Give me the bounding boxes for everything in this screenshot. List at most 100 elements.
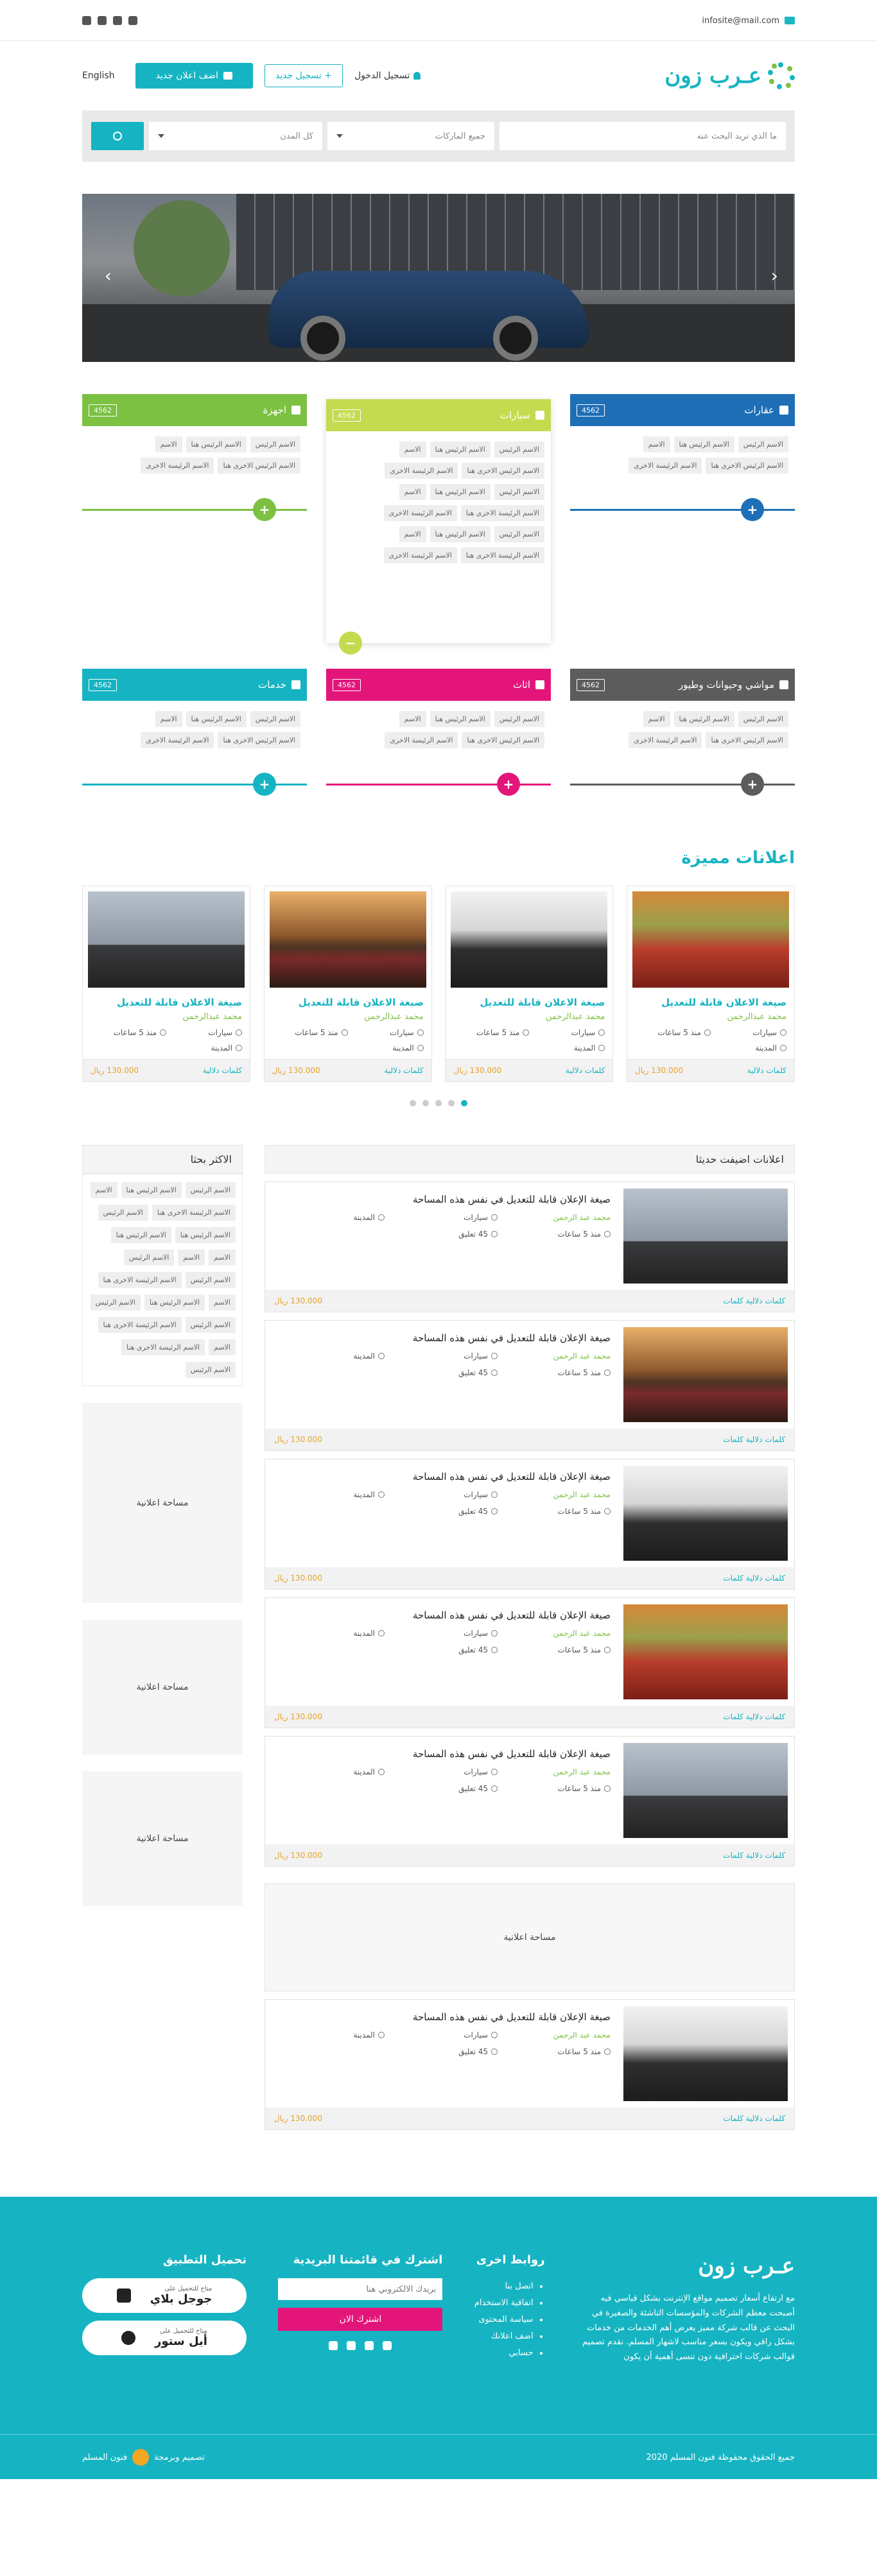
category-tag[interactable]: الاسم الرئيس [494, 484, 544, 500]
featured-card[interactable]: صيغة الاعلان قابلة للتعديل محمد عبدالرحمن… [263, 886, 432, 1082]
ad-title[interactable]: صيغة الإعلان قابلة للتعديل في نفس هذه ال… [272, 1194, 611, 1205]
logo[interactable]: عـرب زون [664, 62, 795, 89]
category-tag[interactable]: الاسم الرئيسة الاخرى [141, 458, 214, 474]
search-tag[interactable]: الاسم [90, 1182, 117, 1198]
expand-button[interactable]: + [253, 498, 276, 521]
category-tag[interactable]: الاسم الرئيس [738, 711, 788, 727]
category-tag[interactable]: الاسم [399, 442, 426, 458]
search-tag[interactable]: الاسم الرئيس [90, 1294, 141, 1310]
expand-button[interactable]: + [741, 498, 764, 521]
search-tag[interactable]: الاسم الرئيس [185, 1317, 236, 1333]
register-button[interactable]: + تسجيل جديد [264, 64, 343, 87]
category-tag[interactable]: الاسم الرئيسة الاخرى [383, 547, 457, 563]
search-tag[interactable]: الاسم [209, 1294, 236, 1310]
category-header[interactable]: اثاث 4562 [326, 669, 551, 701]
ad-keywords[interactable]: كلمات دلالية كلمات [723, 1574, 785, 1583]
category-tag[interactable]: الاسم [643, 711, 670, 727]
category-tag[interactable]: الاسم الرئيسة الاخرى [141, 732, 214, 748]
slider-next-arrow-icon[interactable]: › [99, 267, 112, 285]
car-photo[interactable] [623, 1604, 788, 1699]
pagination-dot[interactable] [448, 1100, 455, 1106]
ad-keywords[interactable]: كلمات دلالية [747, 1066, 786, 1075]
ad-author[interactable]: محمد عبدالرحمن [446, 1012, 612, 1022]
ad-keywords[interactable]: كلمات دلالية [566, 1066, 605, 1075]
search-tag[interactable]: الاسم الرئيس هنا [144, 1294, 205, 1310]
category-tag[interactable]: الاسم الرئيس الاخرى هنا [706, 732, 788, 748]
expand-button[interactable]: + [253, 773, 276, 796]
footer-logo[interactable]: عـرب زون [577, 2253, 795, 2279]
car-photo[interactable] [623, 2006, 788, 2101]
search-tag[interactable]: الاسم الرئيس [124, 1249, 175, 1266]
category-tag[interactable]: الاسم [399, 711, 426, 727]
ad-title[interactable]: صيغة الاعلان قابلة للتعديل [265, 993, 431, 1012]
slider-prev-arrow-icon[interactable]: ‹ [765, 267, 778, 285]
search-button[interactable] [91, 122, 144, 150]
twitter-icon[interactable] [347, 2341, 356, 2350]
category-tag[interactable]: الاسم الرئيس هنا [430, 526, 491, 542]
ad-title[interactable]: صيغة الإعلان قابلة للتعديل في نفس هذه ال… [272, 1471, 611, 1482]
footer-link[interactable]: اتصل بنا [474, 2278, 534, 2295]
search-tag[interactable]: الاسم [209, 1249, 236, 1266]
category-header[interactable]: خدمات 4562 [82, 669, 307, 701]
ad-author[interactable]: محمد عبد الرحمن [498, 1629, 611, 1638]
category-tag[interactable]: الاسم الرئيس الاخرى هنا [462, 463, 544, 479]
category-tag[interactable]: الاسم الرئيس الاخرى هنا [218, 458, 300, 474]
footer-link[interactable]: حسابي [474, 2345, 534, 2362]
category-tag[interactable]: الاسم [399, 526, 426, 542]
category-tag[interactable]: الاسم الرئيس هنا [673, 711, 734, 727]
ad-title[interactable]: صيغة الاعلان قابلة للتعديل [446, 993, 612, 1012]
ad-author[interactable]: محمد عبدالرحمن [627, 1012, 794, 1022]
car-photo[interactable] [623, 1466, 788, 1561]
search-tag[interactable]: الاسم الرئيسة الاخرى هنا [98, 1272, 182, 1288]
search-tag[interactable]: الاسم [178, 1249, 205, 1266]
search-tag[interactable]: الاسم الرئيسة الاخرى هنا [121, 1339, 205, 1355]
cities-select[interactable]: كل المدن [149, 122, 322, 150]
featured-card[interactable]: صيغة الاعلان قابلة للتعديل محمد عبدالرحمن… [627, 886, 795, 1082]
recent-ad-card[interactable]: صيغة الإعلان قابلة للتعديل في نفس هذه ال… [265, 1999, 795, 2130]
category-header[interactable]: مواشي وحيوانات وطيور 4562 [570, 669, 795, 701]
email-icon[interactable] [82, 16, 91, 25]
search-tag[interactable]: الاسم الرئيس هنا [175, 1227, 236, 1243]
expand-button[interactable]: − [339, 631, 362, 655]
ad-keywords[interactable]: كلمات دلالية كلمات [723, 1296, 785, 1305]
car-photo[interactable] [88, 891, 245, 988]
car-photo[interactable] [632, 891, 789, 988]
instagram-icon[interactable] [383, 2341, 392, 2350]
pagination-dot[interactable] [461, 1100, 467, 1106]
car-photo[interactable] [623, 1327, 788, 1422]
ad-author[interactable]: محمد عبد الرحمن [498, 1352, 611, 1361]
ad-title[interactable]: صيغة الاعلان قابلة للتعديل [627, 993, 794, 1012]
sidebar-ad-space[interactable]: مساحة اعلانية [82, 1403, 243, 1603]
search-input[interactable]: ما الذي تريد البحث عنه [499, 122, 786, 150]
ad-title[interactable]: صيغة الإعلان قابلة للتعديل في نفس هذه ال… [272, 2011, 611, 2023]
pagination-dot[interactable] [422, 1100, 429, 1106]
car-photo[interactable] [451, 891, 608, 988]
recent-ad-card[interactable]: صيغة الإعلان قابلة للتعديل في نفس هذه ال… [265, 1736, 795, 1867]
car-photo[interactable] [623, 1189, 788, 1284]
snapchat-icon[interactable] [113, 16, 122, 25]
email-icon[interactable] [329, 2341, 338, 2350]
contact-email[interactable]: infosite@mail.com [702, 16, 795, 26]
newsletter-subscribe-button[interactable]: اشترك الان [278, 2308, 443, 2331]
newsletter-email-input[interactable] [278, 2278, 443, 2300]
twitter-icon[interactable] [98, 16, 107, 25]
category-tag[interactable]: الاسم الرئيسة الاخرى [629, 458, 702, 474]
ad-title[interactable]: صيغة الإعلان قابلة للتعديل في نفس هذه ال… [272, 1748, 611, 1760]
category-tag[interactable]: الاسم الرئيس هنا [186, 711, 247, 727]
category-tag[interactable]: الاسم الرئيس هنا [430, 442, 491, 458]
category-tag[interactable]: الاسم الرئيس الاخرى هنا [706, 458, 788, 474]
google-play-button[interactable]: متاح للتحميل على جوجل بلاي [82, 2278, 247, 2313]
car-photo[interactable] [623, 1743, 788, 1838]
category-tag[interactable]: الاسم الرئيس [494, 526, 544, 542]
instagram-icon[interactable] [128, 16, 137, 25]
category-tag[interactable]: الاسم [399, 484, 426, 500]
category-tag[interactable]: الاسم الرئيس هنا [430, 484, 491, 500]
sidebar-ad-space[interactable]: مساحة اعلانية [82, 1620, 243, 1755]
category-tag[interactable]: الاسم الرئيس هنا [430, 711, 491, 727]
category-tag[interactable]: الاسم الرئيسة الاخرى هنا [460, 505, 544, 521]
pagination-dot[interactable] [410, 1100, 416, 1106]
category-tag[interactable]: الاسم الرئيسة الاخرى [385, 732, 458, 748]
search-tag[interactable]: الاسم الرئيس هنا [121, 1182, 182, 1198]
category-tag[interactable]: الاسم الرئيس [738, 436, 788, 452]
add-ad-button[interactable]: اضف اعلان جديد [135, 63, 253, 89]
